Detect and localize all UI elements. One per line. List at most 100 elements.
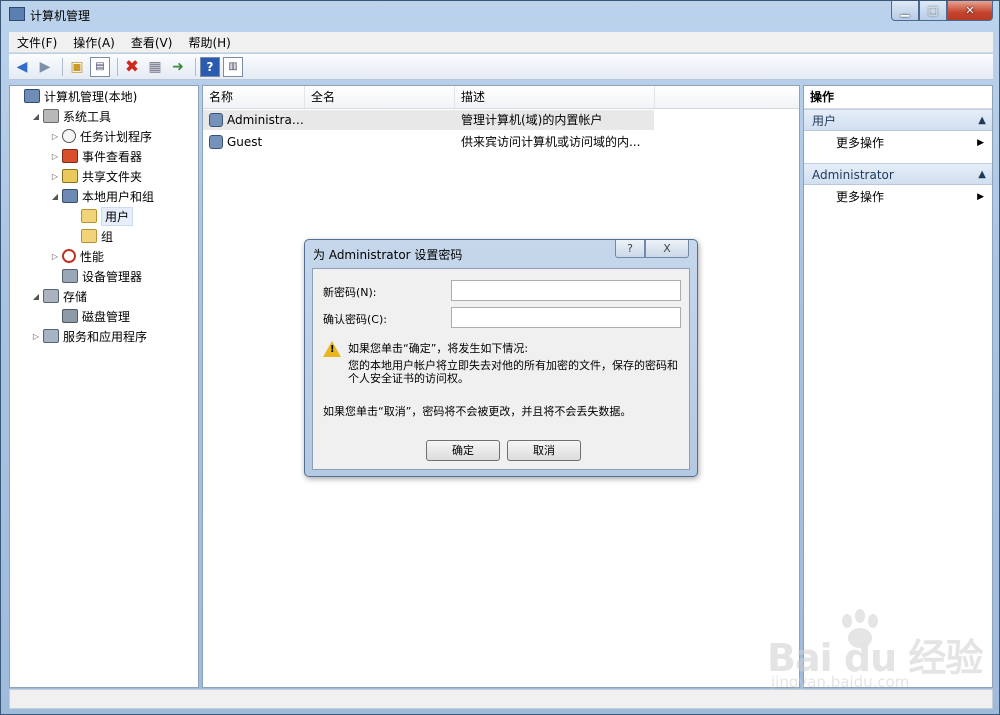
section-header-label: 用户 <box>812 114 837 128</box>
watermark-url: jingyan.baidu.com <box>771 673 910 691</box>
actions-section-administrator[interactable]: Administrator ▲ <box>804 163 992 185</box>
collapse-icon[interactable]: ◢ <box>31 112 41 121</box>
tree-node[interactable]: 计算机管理(本地) <box>12 87 137 105</box>
system-tools-icon <box>43 109 59 123</box>
more-actions-item[interactable]: 更多操作 ▶ <box>804 187 992 207</box>
tree-node[interactable]: ◢ 系统工具 <box>31 107 111 125</box>
console-tree: 计算机管理(本地) ◢ 系统工具 ▷ 任务计划程序 ▷ 事件查看器 ▷ 共享文件夹 ◢ 本地用户和组… <box>9 85 199 688</box>
expand-icon[interactable]: ▷ <box>50 152 60 161</box>
services-apps-icon <box>43 329 59 343</box>
user-icon <box>209 113 223 127</box>
tree-node[interactable]: ▷ 共享文件夹 <box>50 167 142 185</box>
maximize-icon: □ <box>927 4 939 17</box>
actions-title: 操作 <box>804 86 992 109</box>
menu-file[interactable]: 文件(F) <box>9 34 65 51</box>
shared-folders-icon <box>62 169 78 183</box>
close-icon: ✕ <box>965 4 975 17</box>
tree-node-label: 系统工具 <box>63 109 112 124</box>
computer-management-window: 计算机管理 ▁ □ ✕ 文件(F) 操作(A) 查看(V) 帮助(H) ◀ ▶ … <box>0 0 1000 715</box>
column-header-description[interactable]: 描述 <box>455 86 655 108</box>
dialog-close-button[interactable]: X <box>645 240 689 258</box>
warning-body: 您的本地用户帐户将立即失去对他的所有加密的文件，保存的密码和个人安全证书的访问权… <box>348 359 678 385</box>
set-password-dialog: 为 Administrator 设置密码 ? X 新密码(N): 确认密码(C)… <box>304 239 698 477</box>
row-name: Guest <box>227 135 263 149</box>
dialog-body: 新密码(N): 确认密码(C): ! 如果您单击“确定”，将发生如下情况: 您的… <box>312 268 690 470</box>
delete-icon[interactable]: ✖ <box>122 57 142 77</box>
actions-pane: 操作 用户 ▲ 更多操作 ▶ Administrator ▲ 更多操作 ▶ <box>803 85 993 688</box>
computer-management-icon <box>9 7 25 21</box>
show-hide-action-pane-icon[interactable]: ▥ <box>223 56 243 77</box>
expand-icon[interactable]: ▷ <box>50 252 60 261</box>
tree-node-label: 用户 <box>101 206 134 226</box>
disk-management-icon <box>62 309 78 323</box>
back-icon[interactable]: ◀ <box>12 57 32 77</box>
menu-action[interactable]: 操作(A) <box>65 34 123 51</box>
tree-node-label: 存储 <box>63 289 88 304</box>
properties-icon[interactable]: ▦ <box>145 57 165 77</box>
minimize-icon: ▁ <box>900 4 910 17</box>
folder-icon <box>81 209 97 223</box>
up-folder-icon[interactable]: ▣ <box>67 57 87 77</box>
new-password-field[interactable] <box>451 280 681 301</box>
tree-node[interactable]: ▷ 服务和应用程序 <box>31 327 147 345</box>
actions-section-users[interactable]: 用户 ▲ <box>804 109 992 131</box>
menu-help[interactable]: 帮助(H) <box>180 34 238 51</box>
close-button[interactable]: ✕ <box>947 1 993 21</box>
cancel-button[interactable]: 取消 <box>507 440 581 461</box>
tree-node-label: 组 <box>101 229 114 244</box>
menu-bar: 文件(F) 操作(A) 查看(V) 帮助(H) <box>9 32 993 53</box>
tree-node[interactable]: 组 <box>69 227 113 245</box>
warning-heading: 如果您单击“确定”，将发生如下情况: <box>348 342 529 355</box>
show-hide-tree-icon[interactable]: ▤ <box>90 56 110 77</box>
export-list-icon[interactable]: ➜ <box>168 57 188 77</box>
tree-node[interactable]: ◢ 存储 <box>31 287 87 305</box>
tree-node-label: 性能 <box>80 249 105 264</box>
column-header-fullname[interactable]: 全名 <box>305 86 455 108</box>
row-description: 供来宾访问计算机或访问域的内... <box>461 135 641 149</box>
title-bar[interactable]: 计算机管理 ▁ □ ✕ <box>1 1 999 29</box>
tree-node[interactable]: ▷ 事件查看器 <box>50 147 142 165</box>
submenu-arrow-icon: ▶ <box>977 138 984 148</box>
row-description: 管理计算机(域)的内置帐户 <box>461 113 603 127</box>
tree-node-label: 计算机管理(本地) <box>44 89 138 104</box>
tree-node[interactable]: 设备管理器 <box>50 267 142 285</box>
tree-node[interactable]: ▷ 性能 <box>50 247 104 265</box>
device-manager-icon <box>62 269 78 283</box>
forward-icon[interactable]: ▶ <box>35 57 55 77</box>
table-row[interactable]: Administrat... 管理计算机(域)的内置帐户 <box>203 110 654 130</box>
close-icon: X <box>663 242 671 255</box>
folder-icon <box>81 229 97 243</box>
new-password-label: 新密码(N): <box>323 286 377 299</box>
confirm-password-label: 确认密码(C): <box>323 313 387 326</box>
menu-view[interactable]: 查看(V) <box>123 34 181 51</box>
collapse-icon[interactable]: ◢ <box>31 292 41 301</box>
collapse-icon[interactable]: ◢ <box>50 192 60 201</box>
more-actions-item[interactable]: 更多操作 ▶ <box>804 133 992 153</box>
tree-node[interactable]: 用户 <box>69 206 134 226</box>
cancel-note: 如果您单击“取消”，密码将不会被更改，并且将不会丢失数据。 <box>323 405 632 418</box>
tree-node[interactable]: ▷ 任务计划程序 <box>50 127 152 145</box>
tree-node[interactable]: 磁盘管理 <box>50 307 130 325</box>
ok-button[interactable]: 确定 <box>426 440 500 461</box>
maximize-button[interactable]: □ <box>919 1 947 21</box>
collapse-icon: ▲ <box>978 115 986 126</box>
expand-icon[interactable]: ▷ <box>50 172 60 181</box>
tree-node-label: 任务计划程序 <box>80 129 153 144</box>
tree-node-label: 共享文件夹 <box>82 169 143 184</box>
baidu-jingyan-watermark: Bai du 经验 jingyan.baidu.com <box>767 609 997 704</box>
window-title: 计算机管理 <box>30 9 91 23</box>
column-header-name[interactable]: 名称 <box>203 86 305 108</box>
dialog-help-button[interactable]: ? <box>615 240 645 258</box>
performance-icon <box>62 249 76 263</box>
tree-node-label: 本地用户和组 <box>82 189 155 204</box>
help-icon[interactable]: ? <box>200 56 220 77</box>
warning-exclamation: ! <box>330 344 335 355</box>
minimize-button[interactable]: ▁ <box>891 1 919 21</box>
more-actions-label: 更多操作 <box>836 136 885 150</box>
expand-icon[interactable]: ▷ <box>31 332 41 341</box>
tree-node[interactable]: ◢ 本地用户和组 <box>50 187 154 205</box>
user-icon <box>209 135 223 149</box>
confirm-password-field[interactable] <box>451 307 681 328</box>
expand-icon[interactable]: ▷ <box>50 132 60 141</box>
table-row[interactable]: Guest 供来宾访问计算机或访问域的内... <box>203 132 654 152</box>
